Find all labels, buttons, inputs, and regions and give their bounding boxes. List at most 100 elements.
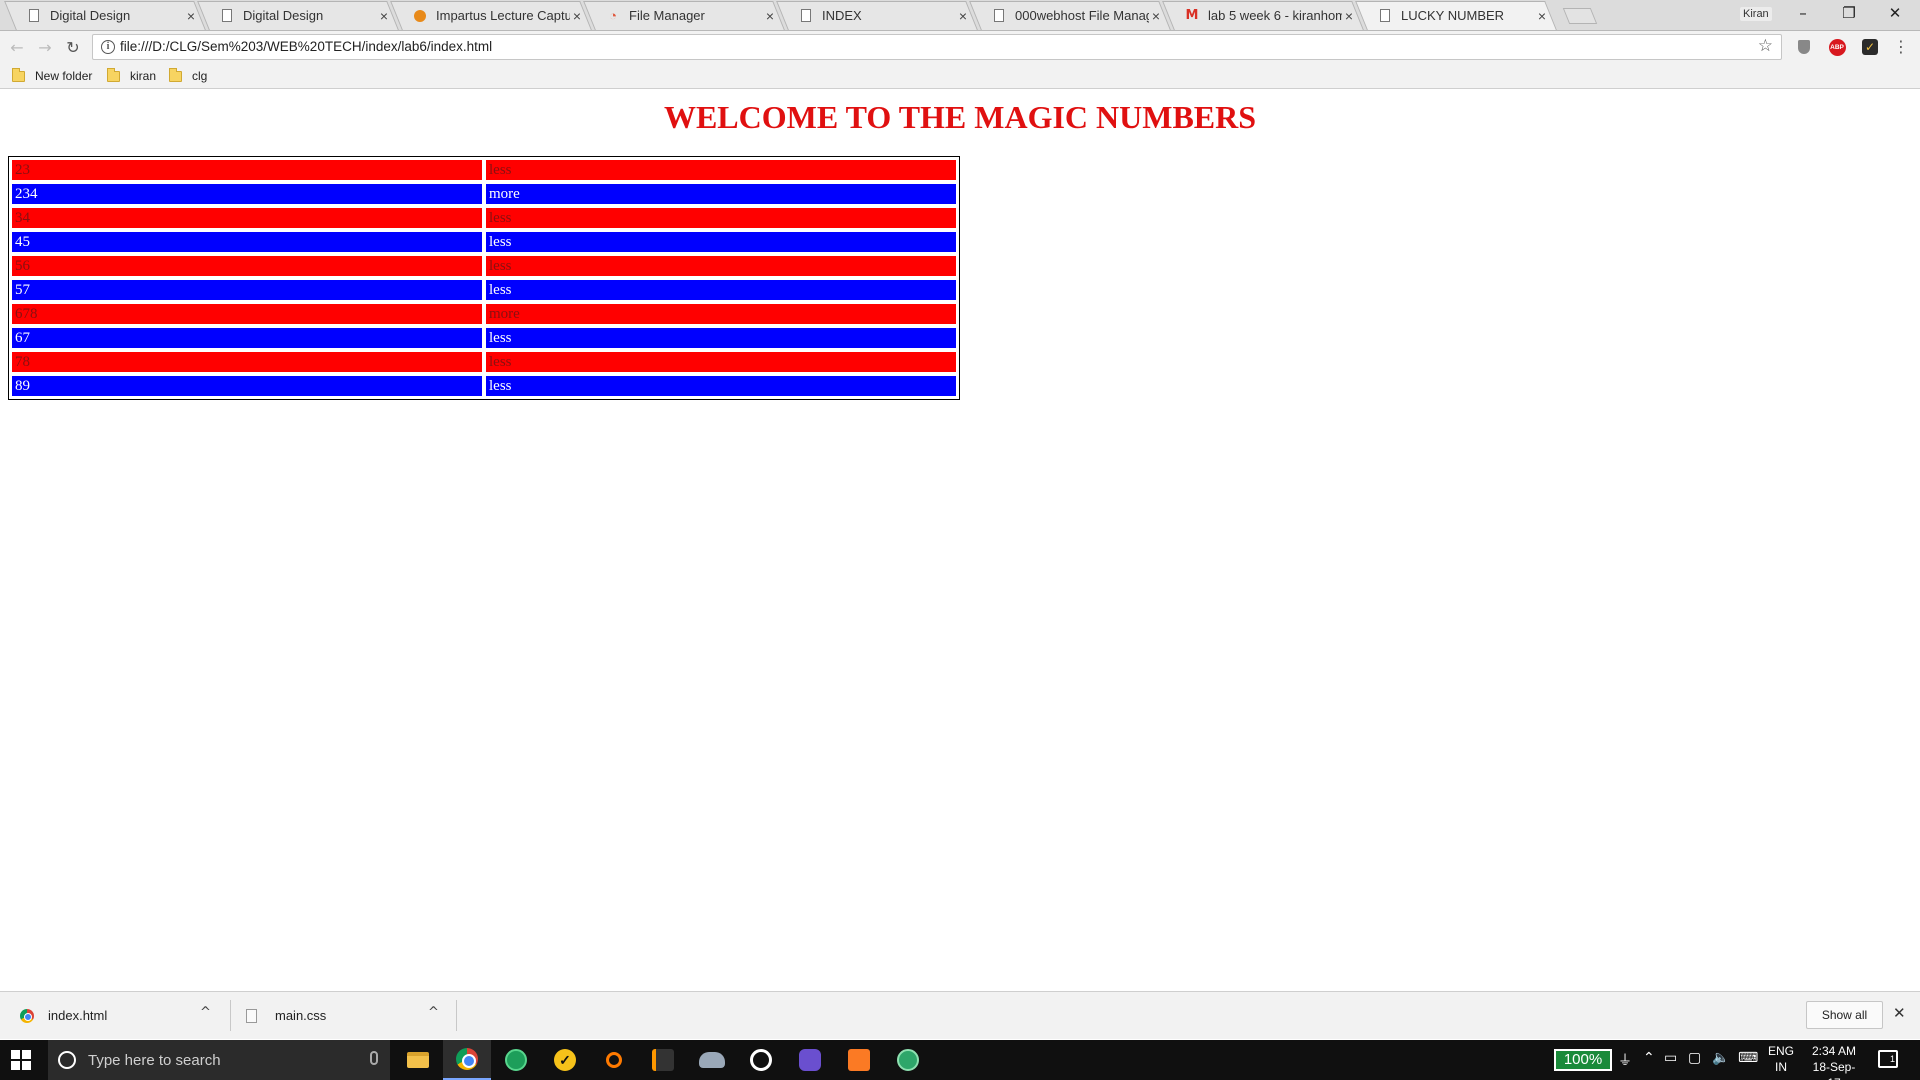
close-icon[interactable]: ✕ xyxy=(1893,1004,1906,1022)
bookmark-clg[interactable]: clg xyxy=(169,67,207,85)
windows-start-icon[interactable] xyxy=(11,1050,31,1070)
network-icon[interactable]: ▢ xyxy=(1688,1050,1701,1066)
tab-close-icon[interactable]: × xyxy=(1149,8,1163,24)
adblock-plus-icon[interactable]: ABP xyxy=(1828,38,1846,56)
download-filename: index.html xyxy=(48,1008,108,1023)
xampp-app[interactable] xyxy=(835,1040,883,1080)
tab-000webhost[interactable]: 000webhost File Manager × xyxy=(969,1,1171,30)
volume-icon[interactable]: 🔈 xyxy=(1712,1050,1729,1066)
language-code: ENG xyxy=(1768,1044,1795,1058)
table-row: 34 less xyxy=(10,206,958,230)
tab-index[interactable]: INDEX × xyxy=(776,1,978,30)
document-icon xyxy=(26,8,42,24)
tab-file-manager[interactable]: ◔ File Manager × xyxy=(583,1,785,30)
bookmark-new-folder[interactable]: New folder xyxy=(12,67,92,85)
restore-icon[interactable]: ❐ xyxy=(1829,4,1869,22)
microphone-icon[interactable] xyxy=(370,1051,378,1065)
norton-app[interactable]: ✓ xyxy=(541,1040,589,1080)
target-app[interactable] xyxy=(737,1040,785,1080)
tab-title: Digital Design xyxy=(50,8,131,23)
result-cell: less xyxy=(485,279,957,301)
system-clock[interactable]: 2:34 AM 18-Sep-17 xyxy=(1806,1043,1862,1080)
tab-close-icon[interactable]: × xyxy=(377,8,391,24)
search-placeholder: Type here to search xyxy=(88,1051,221,1069)
download-item-index-html[interactable]: index.html xyxy=(20,992,107,1039)
tab-close-icon[interactable]: × xyxy=(570,8,584,24)
page-heading: WELCOME TO THE MAGIC NUMBERS xyxy=(663,99,1257,135)
menu-kebab-icon[interactable]: ⋮ xyxy=(1893,37,1909,56)
tab-impartus[interactable]: Impartus Lecture Capture × xyxy=(390,1,592,30)
forward-arrow-icon[interactable]: → xyxy=(34,36,56,58)
address-bar[interactable]: i file:///D:/CLG/Sem%203/WEB%20TECH/inde… xyxy=(92,34,1782,60)
sublime-app[interactable] xyxy=(639,1040,687,1080)
tab-close-icon[interactable]: × xyxy=(956,8,970,24)
new-tab-button[interactable] xyxy=(1562,8,1598,24)
norton-icon: ✓ xyxy=(554,1049,576,1071)
chrome-icon xyxy=(456,1048,478,1070)
download-shelf: index.html ^ main.css ^ Show all ✕ xyxy=(0,991,1920,1039)
keyboard-icon[interactable]: ⌨ xyxy=(1738,1050,1758,1066)
minimize-icon[interactable]: – xyxy=(1783,4,1823,22)
table-row: 23 less xyxy=(10,158,958,182)
tab-title: INDEX xyxy=(822,8,862,23)
windows-taskbar: Type here to search ✓ 100% ⏚ ⌃ ▭ ▢ 🔈 ⌨ E… xyxy=(0,1040,1920,1080)
download-filename: main.css xyxy=(275,1008,327,1023)
info-icon[interactable]: i xyxy=(101,40,115,54)
tab-close-icon[interactable]: × xyxy=(184,8,198,24)
reload-icon[interactable]: ↻ xyxy=(62,36,84,58)
tab-lucky-number[interactable]: LUCKY NUMBER × xyxy=(1355,1,1557,30)
tab-digital-design-2[interactable]: Digital Design × xyxy=(197,1,399,30)
tab-gmail[interactable]: M lab 5 week 6 - kiranhome × xyxy=(1162,1,1364,30)
profile-button[interactable]: Kiran xyxy=(1740,7,1772,21)
bookmark-kiran[interactable]: kiran xyxy=(107,67,156,85)
number-cell: 34 xyxy=(11,207,483,229)
battery-tray-icon[interactable]: ▭ xyxy=(1664,1050,1677,1066)
tab-title: File Manager xyxy=(629,8,705,23)
table-row: 89 less xyxy=(10,374,958,398)
battery-indicator[interactable]: 100% xyxy=(1554,1049,1612,1071)
xampp-icon xyxy=(848,1049,870,1071)
plug-icon[interactable]: ⏚ xyxy=(1618,1050,1632,1070)
chevron-up-icon[interactable]: ⌃ xyxy=(1643,1050,1655,1066)
download-item-main-css[interactable]: main.css xyxy=(246,992,326,1039)
document-icon xyxy=(1377,8,1393,24)
file-explorer-app[interactable] xyxy=(394,1040,442,1080)
back-arrow-icon[interactable]: ← xyxy=(6,36,28,58)
result-cell: less xyxy=(485,255,957,277)
chevron-up-icon[interactable]: ^ xyxy=(200,1005,211,1020)
cloud-app[interactable] xyxy=(688,1040,736,1080)
chrome-app[interactable] xyxy=(443,1040,491,1080)
tab-close-icon[interactable]: × xyxy=(1535,8,1549,24)
shield-extension-icon[interactable] xyxy=(1795,38,1813,56)
checker-extension-icon[interactable]: ✓ xyxy=(1861,38,1879,56)
purple-app[interactable] xyxy=(786,1040,834,1080)
close-window-icon[interactable]: ✕ xyxy=(1875,4,1915,22)
document-icon xyxy=(219,8,235,24)
taskbar-app-green-2[interactable] xyxy=(884,1040,932,1080)
tab-title: Impartus Lecture Capture xyxy=(436,8,570,23)
bookmark-label: New folder xyxy=(35,69,93,83)
document-icon xyxy=(991,8,1007,24)
taskbar-app-green[interactable] xyxy=(492,1040,540,1080)
result-cell: more xyxy=(485,183,957,205)
tab-title: LUCKY NUMBER xyxy=(1401,8,1505,23)
tab-close-icon[interactable]: × xyxy=(763,8,777,24)
show-all-button[interactable]: Show all xyxy=(1806,1001,1883,1029)
result-cell: less xyxy=(485,207,957,229)
green-app-icon xyxy=(897,1049,919,1071)
chevron-up-icon[interactable]: ^ xyxy=(428,1005,439,1020)
notification-center-icon[interactable]: 1 xyxy=(1878,1050,1898,1068)
bookmark-star-icon[interactable]: ☆ xyxy=(1758,36,1773,56)
language-indicator[interactable]: ENG IN xyxy=(1768,1043,1794,1075)
number-cell: 45 xyxy=(11,231,483,253)
tab-digital-design-1[interactable]: Digital Design × xyxy=(4,1,206,30)
search-app[interactable] xyxy=(590,1040,638,1080)
address-bar-url[interactable]: file:///D:/CLG/Sem%203/WEB%20TECH/index/… xyxy=(120,39,492,54)
result-cell: more xyxy=(485,303,957,325)
taskbar-search-box[interactable]: Type here to search xyxy=(48,1040,390,1080)
number-cell: 56 xyxy=(11,255,483,277)
table-row: 78 less xyxy=(10,350,958,374)
tab-close-icon[interactable]: × xyxy=(1342,8,1356,24)
impartus-icon xyxy=(412,8,428,24)
bookmarks-bar: New folder kiran clg xyxy=(0,63,1920,89)
